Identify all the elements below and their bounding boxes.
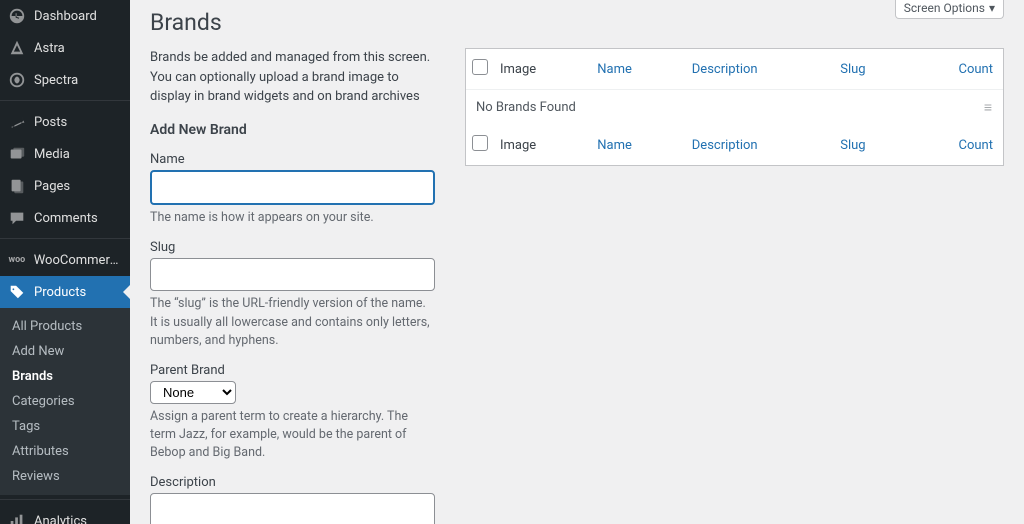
sidebar-label: Media (34, 147, 70, 162)
sidebar-item-posts[interactable]: Posts (0, 106, 130, 138)
pages-icon (8, 177, 26, 195)
sidebar-label: Dashboard (34, 9, 97, 24)
astra-icon (8, 39, 26, 57)
sidebar-item-astra[interactable]: Astra (0, 32, 130, 64)
sidebar-label: WooCommerce (34, 253, 122, 268)
field-name: Name The name is how it appears on your … (150, 152, 435, 228)
main-content: Screen Options ▾ Brands Brands be added … (130, 0, 1024, 524)
name-input[interactable] (150, 170, 435, 205)
sidebar-label: Posts (34, 115, 67, 130)
col-name-sort[interactable]: Name (597, 62, 632, 77)
page-intro: Brands be added and managed from this sc… (150, 48, 435, 107)
parent-help: Assign a parent term to create a hierarc… (150, 408, 435, 462)
table-settings-icon[interactable]: ≡ (984, 100, 993, 116)
col-count-sort[interactable]: Count (959, 62, 993, 77)
gauge-icon (8, 7, 26, 25)
sidebar-item-comments[interactable]: Comments (0, 202, 130, 234)
screen-options-label: Screen Options (904, 1, 985, 15)
pin-icon (8, 113, 26, 131)
products-icon (8, 283, 26, 301)
menu-separator (0, 96, 130, 101)
col-slug-foot[interactable]: Slug (840, 138, 865, 153)
slug-help: The “slug” is the URL-friendly version o… (150, 295, 435, 349)
sidebar-label: Comments (34, 211, 98, 226)
name-help: The name is how it appears on your site. (150, 209, 435, 227)
description-textarea[interactable] (150, 493, 435, 524)
parent-select[interactable]: None (150, 381, 236, 404)
field-description: Description The description is not promi… (150, 475, 435, 524)
brands-table: Image Name Description Slug Count No Bra… (465, 48, 1004, 166)
col-description-sort[interactable]: Description (692, 62, 758, 77)
description-label: Description (150, 475, 435, 490)
table-empty-message: No Brands Found (466, 89, 909, 125)
submenu-attributes[interactable]: Attributes (0, 439, 130, 464)
chevron-down-icon: ▾ (989, 1, 995, 15)
parent-label: Parent Brand (150, 363, 435, 378)
sidebar-item-woocommerce[interactable]: woo WooCommerce (0, 244, 130, 276)
sidebar-label: Astra (34, 41, 65, 56)
field-slug: Slug The “slug” is the URL-friendly vers… (150, 240, 435, 350)
select-all-bottom[interactable] (472, 135, 488, 151)
page-title: Brands (150, 0, 1004, 40)
screen-options-toggle[interactable]: Screen Options ▾ (895, 0, 1004, 19)
sidebar-label: Pages (34, 179, 70, 194)
sidebar-item-products[interactable]: Products (0, 276, 130, 308)
sidebar-label: Spectra (34, 73, 78, 88)
products-submenu: All Products Add New Brands Categories T… (0, 308, 130, 495)
slug-label: Slug (150, 240, 435, 255)
table-column: Image Name Description Slug Count No Bra… (465, 48, 1004, 524)
submenu-add-new[interactable]: Add New (0, 339, 130, 364)
menu-separator (0, 234, 130, 239)
sidebar-label: Products (34, 285, 86, 300)
select-all-top[interactable] (472, 59, 488, 75)
media-icon (8, 145, 26, 163)
sidebar-item-pages[interactable]: Pages (0, 170, 130, 202)
woo-icon: woo (8, 251, 26, 269)
col-description-foot[interactable]: Description (692, 138, 758, 153)
sidebar-item-media[interactable]: Media (0, 138, 130, 170)
submenu-tags[interactable]: Tags (0, 414, 130, 439)
admin-sidebar: Dashboard Astra Spectra Posts Media Page… (0, 0, 130, 524)
submenu-categories[interactable]: Categories (0, 389, 130, 414)
field-parent: Parent Brand None Assign a parent term t… (150, 363, 435, 462)
slug-input[interactable] (150, 258, 435, 291)
col-slug-sort[interactable]: Slug (840, 62, 865, 77)
sidebar-item-dashboard[interactable]: Dashboard (0, 0, 130, 32)
sidebar-item-analytics[interactable]: Analytics (0, 505, 130, 524)
submenu-all-products[interactable]: All Products (0, 314, 130, 339)
form-column: Brands be added and managed from this sc… (150, 48, 435, 524)
col-image: Image (490, 49, 587, 89)
sidebar-label: Analytics (34, 514, 87, 524)
spectra-icon (8, 71, 26, 89)
form-heading: Add New Brand (150, 122, 435, 138)
sidebar-item-spectra[interactable]: Spectra (0, 64, 130, 96)
col-count-foot[interactable]: Count (959, 138, 993, 153)
submenu-brands[interactable]: Brands (0, 364, 130, 389)
analytics-icon (8, 512, 26, 524)
name-label: Name (150, 152, 435, 167)
comments-icon (8, 209, 26, 227)
menu-separator (0, 495, 130, 500)
submenu-reviews[interactable]: Reviews (0, 464, 130, 489)
col-name-foot[interactable]: Name (597, 138, 632, 153)
col-image-foot: Image (490, 125, 587, 165)
